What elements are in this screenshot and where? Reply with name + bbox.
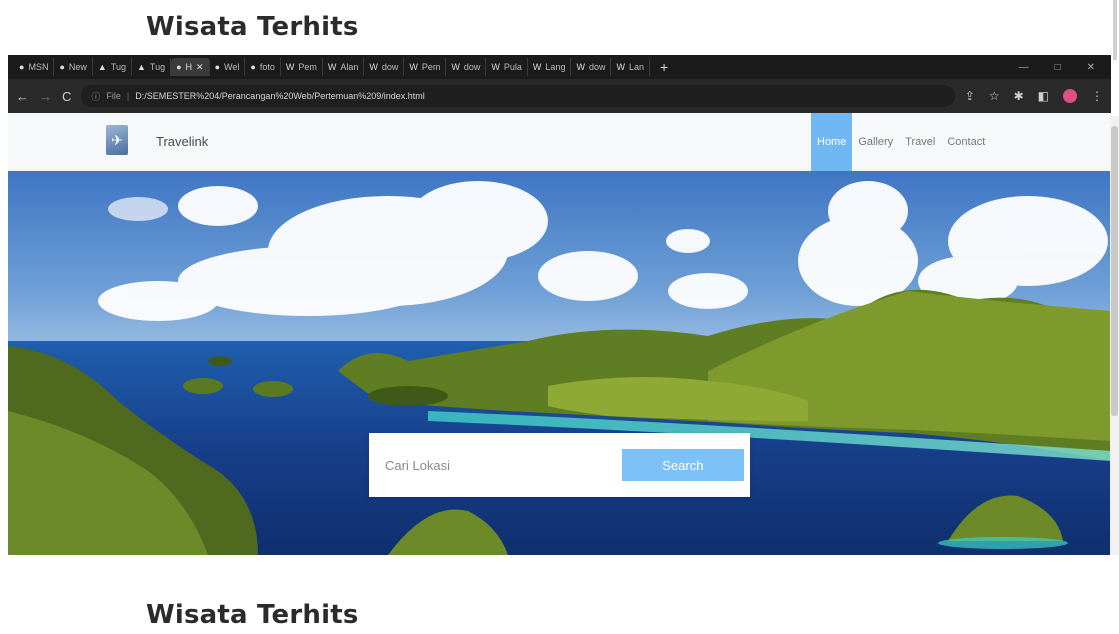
globe-icon: ● bbox=[214, 62, 221, 72]
browser-window: ● MSN ● New ▲ Tug ▲ Tug ● H ✕ ● Wel ● foto W Pem W Alan Wdo… bbox=[8, 55, 1111, 555]
msn-icon: ● bbox=[19, 62, 25, 72]
url-prefix: File bbox=[106, 91, 121, 101]
bookmark-star-icon[interactable]: ☆ bbox=[989, 89, 1000, 103]
browser-tab[interactable]: W Lang bbox=[528, 58, 572, 76]
tab-label: Lang bbox=[545, 62, 566, 72]
brand-logo-icon[interactable]: ✈ bbox=[106, 125, 128, 155]
wikipedia-icon: W bbox=[409, 62, 418, 72]
window-controls: — □ ✕ bbox=[1019, 62, 1111, 73]
share-icon[interactable]: ⇪ bbox=[965, 89, 975, 103]
maximize-icon[interactable]: □ bbox=[1055, 62, 1061, 73]
search-panel: Search bbox=[369, 433, 750, 497]
tab-label: Alan bbox=[340, 62, 359, 72]
tab-label: Pem bbox=[421, 62, 441, 72]
address-bar: ← → C ⓘ File | D:/SEMESTER%204/Perancang… bbox=[8, 79, 1111, 113]
wikipedia-icon: W bbox=[451, 62, 460, 72]
page-scrollbar[interactable] bbox=[1110, 116, 1119, 555]
hero-banner: Search bbox=[8, 171, 1111, 555]
browser-tab[interactable]: Wdow bbox=[364, 58, 405, 76]
tab-label: Tug bbox=[149, 62, 166, 72]
tab-label: H bbox=[185, 62, 193, 72]
browser-tab[interactable]: ▲ Tug bbox=[93, 58, 132, 76]
browser-tab[interactable]: W Alan bbox=[323, 58, 365, 76]
tab-label: dow bbox=[381, 62, 399, 72]
url-field[interactable]: ⓘ File | D:/SEMESTER%204/Perancangan%20W… bbox=[81, 85, 955, 107]
wikipedia-icon: W bbox=[327, 62, 337, 72]
browser-tab[interactable]: ● foto bbox=[245, 58, 281, 76]
wikipedia-icon: W bbox=[616, 62, 625, 72]
browser-tab[interactable]: ● Wel bbox=[210, 58, 246, 76]
browser-tab[interactable]: ● MSN bbox=[14, 58, 55, 76]
outer-scrollbar[interactable] bbox=[1113, 0, 1117, 60]
browser-tab[interactable]: Wdow bbox=[571, 58, 612, 76]
page-icon: ● bbox=[176, 62, 182, 72]
reload-icon[interactable]: C bbox=[62, 89, 71, 104]
browser-tab[interactable]: ● H ✕ bbox=[171, 58, 210, 76]
nav-link-contact[interactable]: Contact bbox=[941, 113, 991, 171]
github-icon: ● bbox=[59, 62, 65, 72]
nav-link-gallery[interactable]: Gallery bbox=[852, 113, 899, 171]
nav-menu: Home Gallery Travel Contact bbox=[811, 113, 991, 171]
page-heading-top: Wisata Terhits bbox=[146, 12, 359, 42]
sidebar-icon[interactable]: ◧ bbox=[1038, 89, 1049, 103]
menu-dots-icon[interactable]: ⋮ bbox=[1091, 89, 1103, 103]
tab-label: MSN bbox=[28, 62, 49, 72]
tab-label: Pula bbox=[503, 62, 522, 72]
tab-bar: ● MSN ● New ▲ Tug ▲ Tug ● H ✕ ● Wel ● foto W Pem W Alan Wdo… bbox=[8, 55, 1111, 79]
drive-icon: ▲ bbox=[97, 62, 107, 72]
browser-tab[interactable]: W Pula bbox=[486, 58, 528, 76]
wikipedia-icon: W bbox=[369, 62, 378, 72]
tab-label: dow bbox=[588, 62, 606, 72]
site-navbar: ✈ Travelink Home Gallery Travel Contact bbox=[8, 113, 1111, 172]
profile-avatar[interactable] bbox=[1063, 89, 1077, 103]
location-search-input[interactable] bbox=[383, 449, 608, 481]
wikipedia-icon: W bbox=[491, 62, 500, 72]
info-icon[interactable]: ⓘ bbox=[91, 90, 100, 103]
browser-tab[interactable]: W Pem bbox=[281, 58, 323, 76]
browser-tab[interactable]: ● New bbox=[54, 58, 93, 76]
new-tab-button[interactable]: + bbox=[654, 59, 674, 75]
scrollbar-thumb[interactable] bbox=[1111, 126, 1118, 416]
tab-label: Wel bbox=[224, 62, 240, 72]
brand-name[interactable]: Travelink bbox=[156, 134, 208, 149]
page-heading-bottom: Wisata Terhits bbox=[146, 600, 359, 630]
browser-tab[interactable]: Wdow bbox=[446, 58, 487, 76]
minimize-icon[interactable]: — bbox=[1019, 62, 1029, 73]
nav-link-travel[interactable]: Travel bbox=[899, 113, 941, 171]
drive-icon: ▲ bbox=[137, 62, 146, 72]
browser-tab[interactable]: W Lan bbox=[611, 58, 650, 76]
tab-label: Tug bbox=[110, 62, 126, 72]
forward-icon[interactable]: → bbox=[39, 89, 52, 104]
browser-tab[interactable]: W Pem bbox=[404, 58, 447, 76]
wikipedia-icon: W bbox=[285, 62, 295, 72]
nav-link-home[interactable]: Home bbox=[811, 113, 853, 171]
tab-label: New bbox=[68, 62, 87, 72]
wikipedia-icon: W bbox=[532, 62, 542, 72]
search-button[interactable]: Search bbox=[621, 449, 744, 481]
tab-close-icon[interactable]: ✕ bbox=[196, 62, 204, 73]
back-icon[interactable]: ← bbox=[16, 89, 29, 104]
close-icon[interactable]: ✕ bbox=[1087, 62, 1095, 73]
extensions-icon[interactable]: ✱ bbox=[1014, 89, 1024, 103]
tab-label: foto bbox=[259, 62, 275, 72]
tab-label: dow bbox=[463, 62, 481, 72]
url-text: D:/SEMESTER%204/Perancangan%20Web/Pertem… bbox=[135, 91, 425, 101]
wikipedia-icon: W bbox=[576, 62, 585, 72]
tab-label: Pem bbox=[298, 62, 317, 72]
tab-label: Lan bbox=[628, 62, 644, 72]
browser-tab[interactable]: ▲ Tug bbox=[132, 58, 172, 76]
hero-landscape-image bbox=[8, 171, 1111, 555]
globe-icon: ● bbox=[250, 62, 256, 72]
